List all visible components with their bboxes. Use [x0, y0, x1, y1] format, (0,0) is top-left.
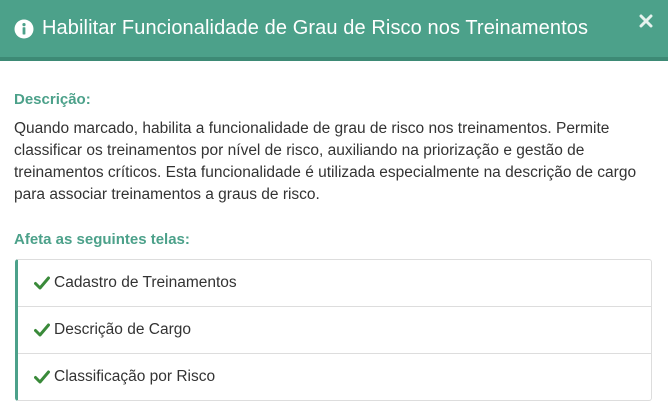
list-item: Descrição de Cargo [18, 307, 651, 354]
modal-title: Habilitar Funcionalidade de Grau de Risc… [42, 17, 589, 39]
affected-screens-list: Cadastro de Treinamentos Descrição de Ca… [15, 259, 652, 401]
check-icon [34, 323, 50, 337]
list-item-label: Classificação por Risco [54, 368, 216, 385]
modal-dialog: Habilitar Funcionalidade de Grau de Risc… [0, 0, 668, 409]
description-label: Descrição: [14, 91, 91, 108]
list-item-label: Descrição de Cargo [54, 321, 191, 338]
description-text: Quando marcado, habilita a funcionalidad… [14, 120, 637, 203]
check-icon [34, 370, 50, 384]
list-item: Cadastro de Treinamentos [18, 260, 651, 307]
list-item: Classificação por Risco [18, 354, 651, 400]
modal-header: Habilitar Funcionalidade de Grau de Risc… [0, 0, 668, 61]
info-circle-icon [14, 19, 34, 39]
list-item-label: Cadastro de Treinamentos [54, 274, 237, 291]
close-icon[interactable] [638, 13, 654, 29]
affected-screens-label: Afeta as seguintes telas: [14, 231, 190, 248]
check-icon [34, 276, 50, 290]
